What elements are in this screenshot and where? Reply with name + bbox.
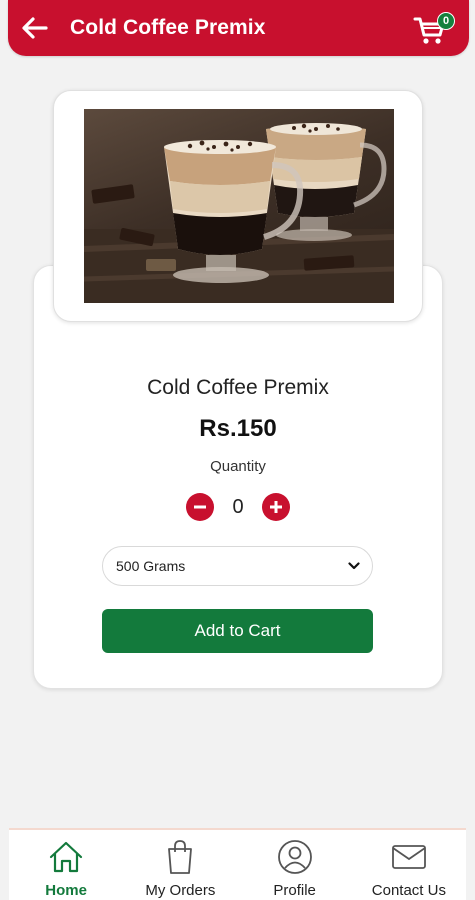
increase-quantity-button[interactable] [262, 493, 290, 521]
product-image[interactable] [84, 109, 394, 303]
cart-button[interactable]: 0 [413, 10, 455, 50]
nav-item-contact-us[interactable]: Contact Us [352, 830, 466, 900]
product-name: Cold Coffee Premix [147, 376, 329, 399]
nav-item-profile[interactable]: Profile [238, 830, 352, 900]
weight-select-value: 500 Grams [116, 558, 186, 574]
nav-item-home[interactable]: Home [9, 830, 123, 900]
chevron-down-icon [348, 562, 360, 570]
cart-count-badge: 0 [437, 12, 455, 30]
home-icon [47, 838, 85, 876]
nav-label-home: Home [45, 882, 87, 899]
product-price: Rs.150 [199, 415, 277, 442]
bottom-navigation: Home My Orders Profile Contact Us [9, 828, 466, 900]
nav-label-profile: Profile [273, 882, 316, 899]
quantity-stepper: 0 [186, 492, 290, 522]
nav-item-my-orders[interactable]: My Orders [123, 830, 237, 900]
decrease-quantity-button[interactable] [186, 493, 214, 521]
profile-icon [277, 838, 313, 876]
arrow-left-icon [22, 17, 48, 39]
plus-icon [270, 501, 282, 513]
nav-label-contact-us: Contact Us [371, 882, 446, 899]
page-title: Cold Coffee Premix [70, 16, 266, 39]
shopping-bag-icon [165, 838, 195, 876]
back-button[interactable] [14, 8, 54, 48]
quantity-value: 0 [232, 495, 244, 518]
minus-icon [194, 505, 206, 509]
nav-label-my-orders: My Orders [145, 882, 216, 899]
app-header: Cold Coffee Premix 0 [8, 0, 469, 56]
add-to-cart-button[interactable]: Add to Cart [102, 609, 373, 653]
product-image-card [53, 90, 423, 322]
quantity-label: Quantity [210, 458, 266, 475]
mail-icon [391, 838, 427, 876]
weight-select[interactable]: 500 Grams [102, 546, 373, 586]
